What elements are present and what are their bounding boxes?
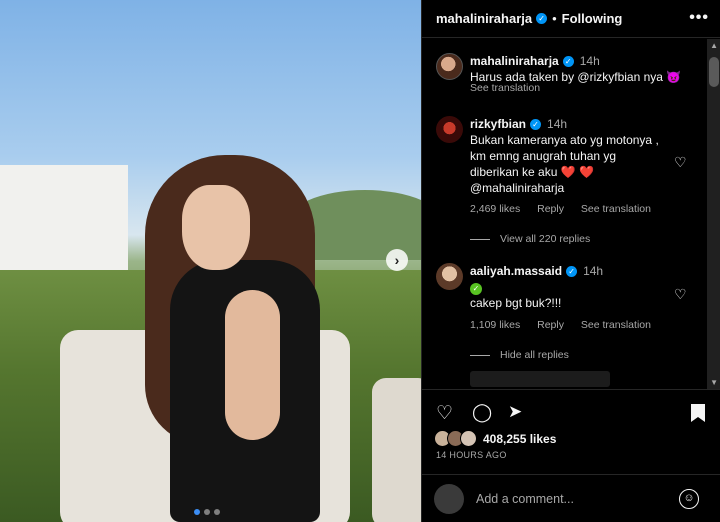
comments-scrollbar[interactable]: ▲ ▼ xyxy=(707,39,720,389)
comment-mention[interactable]: @mahaliniraharja xyxy=(470,181,564,195)
more-horizontal-icon[interactable]: ••• xyxy=(689,9,709,27)
avatar[interactable] xyxy=(436,263,463,290)
photo-house xyxy=(0,165,128,270)
verified-badge-icon: ✓ xyxy=(530,119,542,130)
avatar[interactable] xyxy=(436,116,463,143)
scroll-up-arrow-icon[interactable]: ▲ xyxy=(710,41,718,50)
hide-replies-link[interactable]: Hide all replies xyxy=(500,349,569,361)
liker-avatar xyxy=(460,430,477,447)
bookmark-icon[interactable] xyxy=(691,404,705,422)
avatar[interactable] xyxy=(436,53,463,80)
scroll-down-arrow-icon[interactable]: ▼ xyxy=(710,378,718,387)
scrollbar-thumb[interactable] xyxy=(709,57,719,87)
comment-likes[interactable]: 2,469 likes xyxy=(470,203,520,215)
add-comment-input[interactable]: Add a comment... xyxy=(476,492,574,506)
avatar xyxy=(434,484,464,514)
carousel-dot xyxy=(204,509,210,515)
comment-3: aaliyah.massaid ✓ 14h ✓ cakep bgt buk?!!! xyxy=(470,263,690,311)
heart-icon[interactable]: ♡ xyxy=(674,154,687,171)
comments-list: mahaliniraharja ✓ 14h Harus ada taken by @… xyxy=(422,39,720,389)
post-timestamp: 14 HOURS AGO xyxy=(436,450,507,460)
post-side-panel: mahaliniraharja ✓ • Following ••• mahali… xyxy=(421,0,720,522)
comment-2: rizkyfbian ✓ 14h Bukan kameranya ato yg mo… xyxy=(470,116,690,196)
post-photo[interactable]: › xyxy=(0,0,421,522)
comment-bubble-icon[interactable]: ◯ xyxy=(472,402,492,423)
reply-button[interactable]: Reply xyxy=(537,203,564,215)
post-likes-count[interactable]: 408,255 likes xyxy=(483,432,556,446)
comment-time: 14h xyxy=(547,117,568,131)
comment-time: 14h xyxy=(579,54,600,68)
carousel-dots xyxy=(194,509,220,515)
view-replies-row[interactable]: View all 220 replies xyxy=(470,233,590,245)
verified-badge-icon: ✓ xyxy=(566,266,578,277)
heart-icon[interactable]: ♡ xyxy=(674,286,687,303)
see-translation-link[interactable]: See translation xyxy=(581,319,651,331)
verified-badge-icon: ✓ xyxy=(536,13,548,24)
following-button[interactable]: Following xyxy=(562,11,623,26)
share-send-icon[interactable]: ➤ xyxy=(508,402,522,422)
comment-line: km emng anugrah tuhan yg xyxy=(470,149,617,163)
carousel-dot xyxy=(214,509,220,515)
emoji-smiley-icon[interactable]: ☺ xyxy=(679,489,699,509)
see-translation-link[interactable]: See translation xyxy=(470,82,540,94)
verified-badge-icon: ✓ xyxy=(562,56,574,67)
view-replies-link[interactable]: View all 220 replies xyxy=(500,233,590,245)
green-check-icon: ✓ xyxy=(470,283,482,295)
instagram-post-view: › mahaliniraharja ✓ • Following ••• maha… xyxy=(0,0,720,522)
heart-emoji: ❤️ ❤️ xyxy=(560,165,594,179)
post-header: mahaliniraharja ✓ • Following ••• xyxy=(422,0,720,38)
comment-username[interactable]: aaliyah.massaid xyxy=(470,264,562,278)
header-separator: • xyxy=(552,11,557,26)
replies-divider xyxy=(470,354,490,356)
comment-likes[interactable]: 1,109 likes xyxy=(470,319,520,331)
comment-1: mahaliniraharja ✓ 14h Harus ada taken by @… xyxy=(470,53,700,85)
header-username[interactable]: mahaliniraharja xyxy=(436,11,532,26)
comment-2-meta: 2,469 likes Reply See translation xyxy=(470,203,665,215)
see-translation-link[interactable]: See translation xyxy=(581,203,651,215)
comment-line: Bukan kameranya ato yg motonya , xyxy=(470,133,659,147)
carousel-next-button[interactable]: › xyxy=(386,249,408,271)
comment-3-meta: 1,109 likes Reply See translation xyxy=(470,319,665,331)
blurred-reply xyxy=(470,371,610,387)
add-comment-row: Add a comment... ☺ xyxy=(422,474,720,522)
carousel-dot xyxy=(194,509,200,515)
comment-username[interactable]: mahaliniraharja xyxy=(470,54,559,68)
devil-emoji: 😈 xyxy=(666,70,682,84)
comment-1-meta: See translation xyxy=(470,82,554,94)
photo-subject-face xyxy=(182,185,250,270)
reply-button[interactable]: Reply xyxy=(537,319,564,331)
comment-line: diberikan ke aku xyxy=(470,165,558,179)
comment-username[interactable]: rizkyfbian xyxy=(470,117,526,131)
likes-row: 408,255 likes xyxy=(434,430,556,447)
photo-subject-arm xyxy=(225,290,280,440)
like-heart-icon[interactable]: ♡ xyxy=(436,402,453,425)
photo-chair-2 xyxy=(372,378,421,522)
hide-replies-row[interactable]: Hide all replies xyxy=(470,349,569,361)
comment-text: cakep bgt buk?!!! xyxy=(470,296,562,310)
replies-divider xyxy=(470,238,490,240)
post-actions: ♡ ◯ ➤ xyxy=(422,389,720,429)
comment-time: 14h xyxy=(583,264,604,278)
